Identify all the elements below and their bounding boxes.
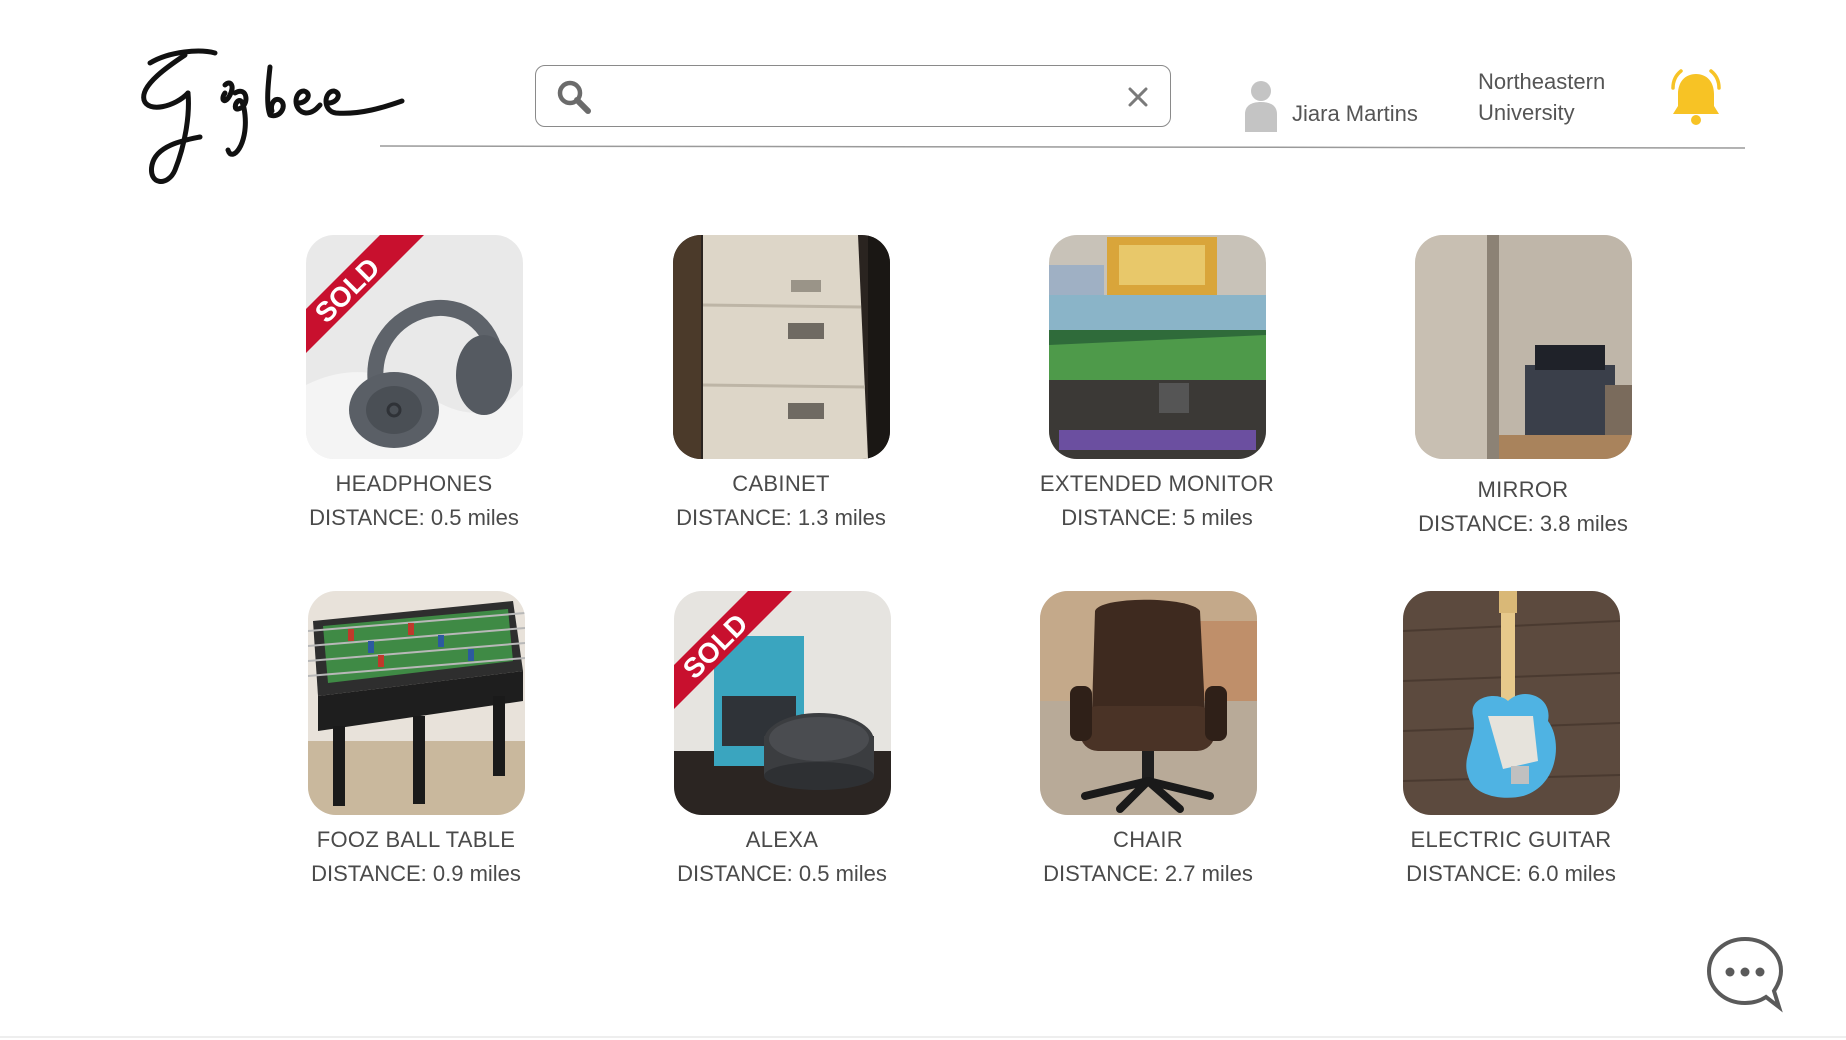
item-distance: DISTANCE: 0.9 miles <box>311 861 521 886</box>
search-icon[interactable] <box>556 79 592 115</box>
item-name: MIRROR <box>1477 477 1569 502</box>
fooz-ball-table-photo[interactable] <box>307 591 525 815</box>
extended-monitor-photo[interactable] <box>1048 235 1266 459</box>
item-name: CHAIR <box>1113 827 1183 852</box>
listing-card[interactable]: FOOZ BALL TABLE DISTANCE: 0.9 miles <box>296 591 536 887</box>
item-distance: DISTANCE: 0.5 miles <box>309 505 519 530</box>
item-distance: DISTANCE: 0.5 miles <box>677 861 887 886</box>
headphones-photo[interactable]: SOLD <box>305 235 523 459</box>
item-name: ALEXA <box>745 827 819 852</box>
sold-label: SOLD <box>676 608 753 685</box>
listing-card[interactable]: CHAIR DISTANCE: 2.7 miles <box>1028 591 1268 887</box>
header-divider <box>380 145 1745 149</box>
university-line-1: Northeastern <box>1478 69 1606 94</box>
gigbee-logo[interactable] <box>130 45 410 195</box>
item-name: CABINET <box>732 471 830 496</box>
listing-card[interactable]: SOLD HEADPHONES DISTANCE: 0.5 miles <box>294 235 534 531</box>
close-icon[interactable] <box>1124 83 1152 111</box>
alexa-photo[interactable]: SOLD <box>673 591 891 815</box>
footer-divider <box>0 1036 1846 1038</box>
user-name: Jiara Martins <box>1292 101 1418 126</box>
electric-guitar-photo[interactable] <box>1402 591 1620 815</box>
item-name: HEADPHONES <box>335 471 493 496</box>
sold-ribbon: SOLD <box>305 235 424 353</box>
user-profile[interactable]: Jiara Martins <box>1242 72 1418 132</box>
chat-bubble-icon[interactable] <box>1705 933 1785 1013</box>
chair-photo[interactable] <box>1039 591 1257 815</box>
item-distance: DISTANCE: 5 miles <box>1061 505 1253 530</box>
item-name: ELECTRIC GUITAR <box>1410 827 1612 852</box>
user-icon <box>1245 81 1277 132</box>
item-distance: DISTANCE: 6.0 miles <box>1406 861 1616 886</box>
sold-ribbon: SOLD <box>673 591 792 709</box>
item-distance: DISTANCE: 2.7 miles <box>1043 861 1253 886</box>
mirror-photo[interactable] <box>1414 235 1632 459</box>
search-bar[interactable] <box>535 65 1171 127</box>
university-label: Northeastern University <box>1478 66 1605 128</box>
listing-card[interactable]: MIRROR DISTANCE: 3.8 miles <box>1403 235 1643 537</box>
item-name: FOOZ BALL TABLE <box>316 827 516 852</box>
cabinet-photo[interactable] <box>672 235 890 459</box>
search-input[interactable] <box>610 76 1084 118</box>
listing-card[interactable]: ELECTRIC GUITAR DISTANCE: 6.0 miles <box>1391 591 1631 887</box>
university-line-2: University <box>1478 100 1575 125</box>
bell-icon[interactable] <box>1665 68 1727 130</box>
item-name: EXTENDED MONITOR <box>1039 471 1275 496</box>
sold-label: SOLD <box>308 252 385 329</box>
listing-card[interactable]: CABINET DISTANCE: 1.3 miles <box>661 235 901 531</box>
item-distance: DISTANCE: 3.8 miles <box>1418 511 1628 536</box>
listing-card[interactable]: EXTENDED MONITOR DISTANCE: 5 miles <box>1037 235 1277 531</box>
listing-card[interactable]: SOLD ALEXA DISTANCE: 0.5 miles <box>662 591 902 887</box>
item-distance: DISTANCE: 1.3 miles <box>676 505 886 530</box>
